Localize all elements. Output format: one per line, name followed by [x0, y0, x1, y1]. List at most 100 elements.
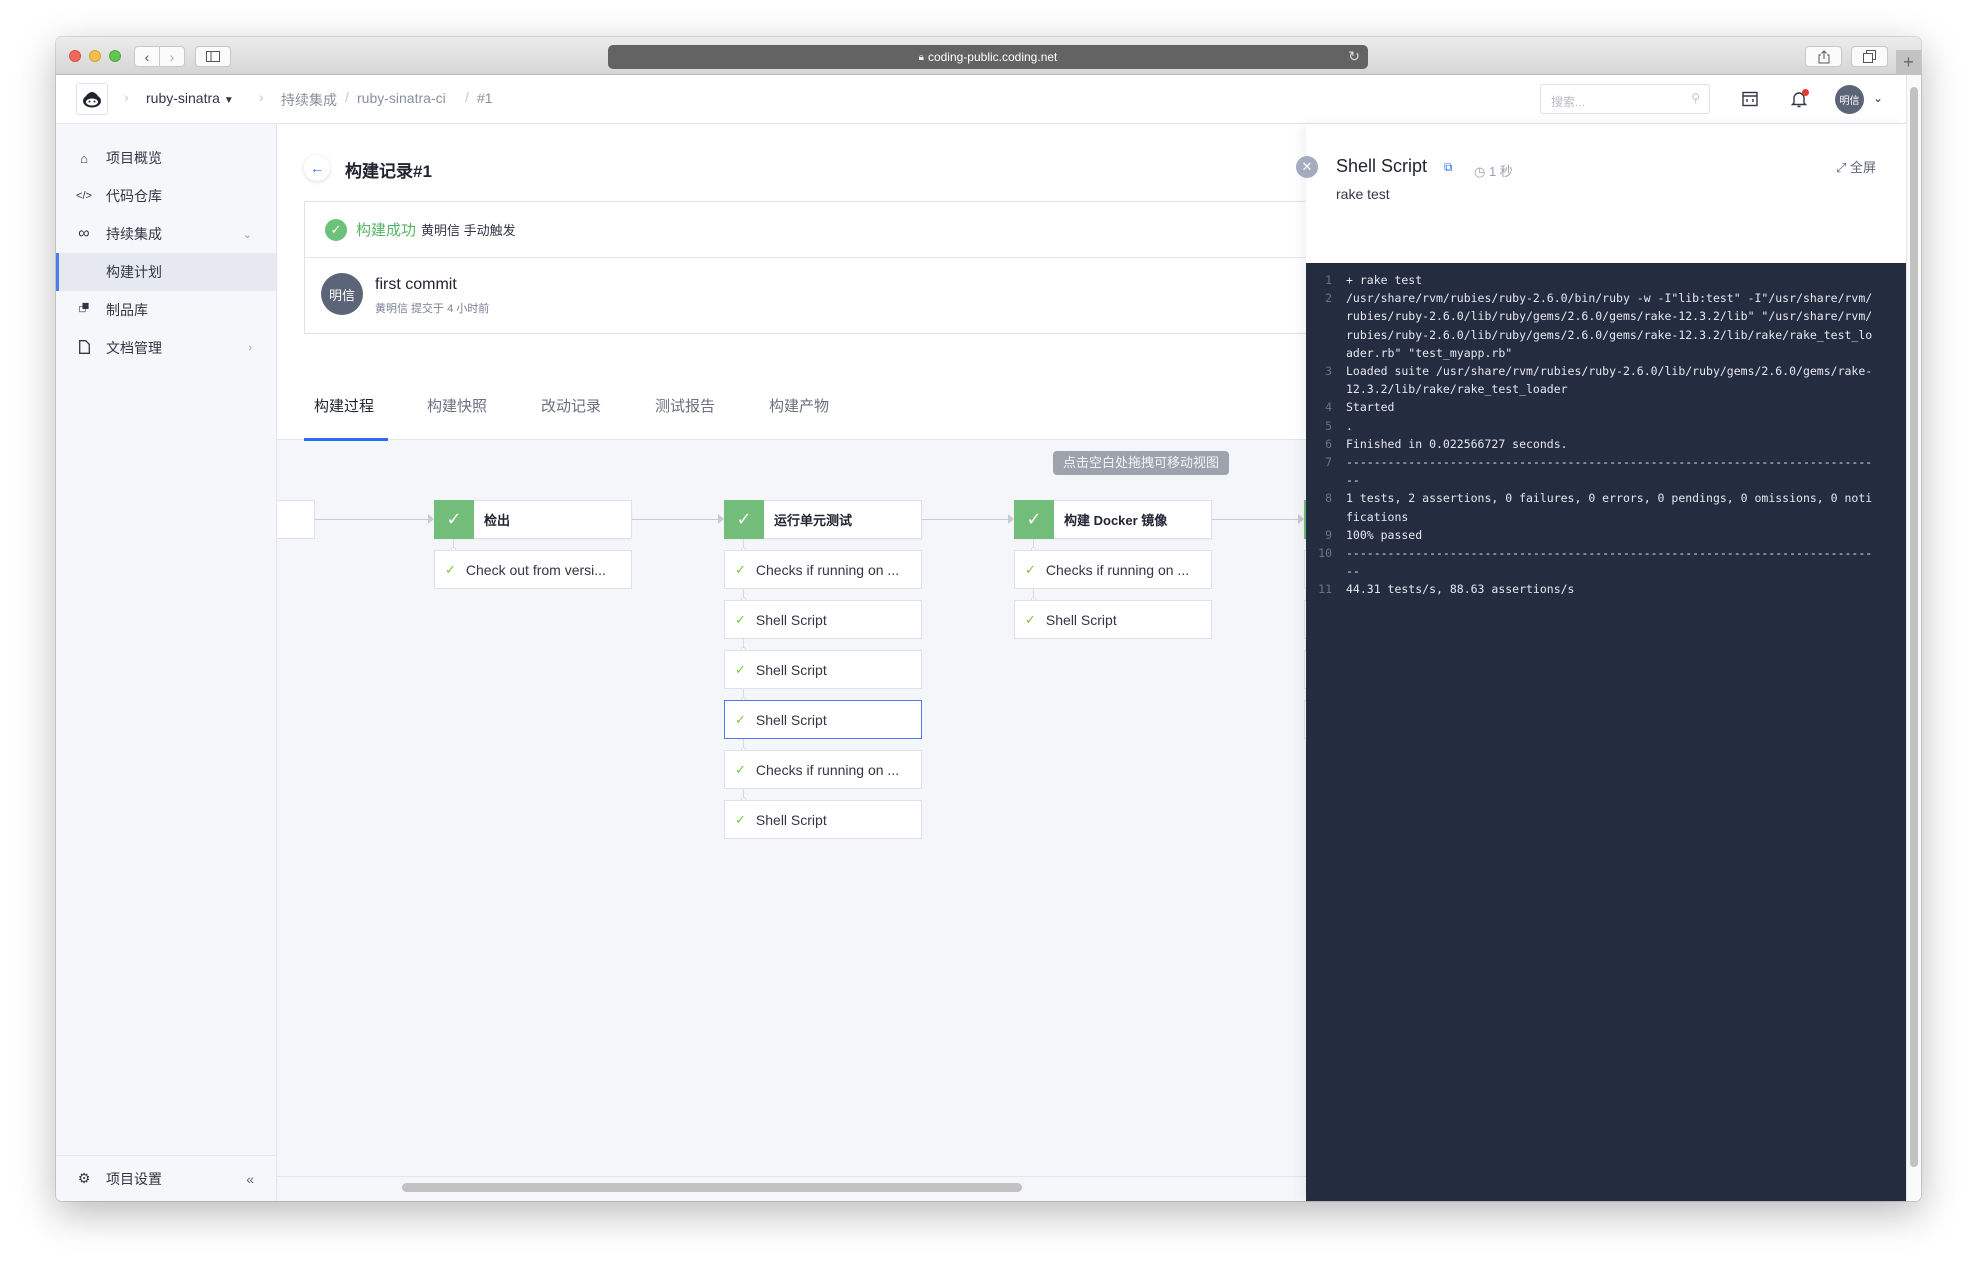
reload-icon[interactable]: ↻: [1348, 48, 1360, 65]
page-scroll-thumb[interactable]: [1910, 87, 1918, 1167]
stage-header[interactable]: ✓ 检出: [434, 499, 632, 539]
log-line-text: Loaded suite /usr/share/rvm/rubies/ruby-…: [1346, 364, 1873, 397]
stage-success-icon: ✓: [434, 499, 474, 539]
chevron-down-icon[interactable]: ⌄: [1873, 91, 1883, 105]
horizontal-scroll-thumb[interactable]: [402, 1183, 1022, 1192]
sidebar-toggle-button[interactable]: [195, 46, 231, 67]
tab-changes[interactable]: 改动记录: [501, 386, 615, 440]
search-icon: ⚲: [1691, 91, 1700, 105]
stage-name: 运行单元测试: [774, 513, 853, 528]
pipeline-step[interactable]: ✓ Shell Script: [724, 600, 922, 639]
stage-header[interactable]: ✓ 运行单元测试: [724, 499, 922, 539]
close-window-button[interactable]: [69, 50, 81, 62]
forward-button[interactable]: ›: [159, 46, 185, 67]
page-scrollbar[interactable]: [1906, 75, 1921, 1201]
log-line: 10 --------------------------------------…: [1306, 544, 1906, 580]
search-input[interactable]: 搜索... ⚲: [1540, 84, 1710, 114]
step-detail-panel: Shell Script ⧉ ◷ 1 秒 rake test ⤢ 全屏 1 + r…: [1306, 124, 1906, 1201]
address-bar[interactable]: 🔒︎ coding-public.coding.net ↻: [608, 45, 1368, 69]
pipeline-step[interactable]: ✓ Shell Script: [1014, 600, 1212, 639]
project-selector[interactable]: ruby-sinatra ▼: [146, 90, 234, 106]
notifications-button[interactable]: [1787, 87, 1811, 111]
pipeline-step[interactable]: ✓ Checks if running on ...: [724, 550, 922, 589]
breadcrumb-build[interactable]: #1: [477, 90, 493, 106]
sidebar-item-ci[interactable]: ∞ 持续集成 ⌄: [56, 215, 276, 253]
step-check-icon: ✓: [735, 661, 746, 677]
log-line: 4 Started: [1306, 398, 1906, 416]
step-label: Shell Script: [1045, 611, 1117, 628]
logo-icon: [83, 92, 101, 108]
external-link-icon[interactable]: ⧉: [1444, 160, 1453, 175]
browser-toolbar: ‹ › 🔒︎ coding-public.coding.net ↻ +: [56, 37, 1921, 75]
back-button[interactable]: ‹: [134, 46, 160, 67]
workspace-button[interactable]: [1738, 87, 1762, 111]
build-status-row: ✓ 构建成功 黄明信 手动触发: [305, 202, 1362, 258]
workspace-icon: [1742, 91, 1758, 107]
log-line: 9 100% passed: [1306, 526, 1906, 544]
horizontal-scrollbar[interactable]: [277, 1176, 1362, 1201]
pipeline-step[interactable]: ✓ Checks if running on ...: [724, 750, 922, 789]
tab-test-report[interactable]: 测试报告: [615, 386, 729, 440]
breadcrumb-ci[interactable]: 持续集成: [281, 90, 337, 110]
caret-down-icon: ▼: [223, 95, 234, 106]
pipeline-step[interactable]: ✓ Checks if running on ...: [1014, 550, 1212, 589]
chevron-right-icon: ›: [169, 48, 175, 65]
desktop: ‹ › 🔒︎ coding-public.coding.net ↻ + › ru…: [0, 0, 1977, 1276]
zoom-window-button[interactable]: [109, 50, 121, 62]
lock-icon: 🔒︎: [918, 51, 924, 63]
breadcrumb-separator: ›: [259, 89, 264, 105]
tab-overview-button[interactable]: [1851, 46, 1888, 67]
log-line: 7 ---------------------------------------…: [1306, 453, 1906, 489]
sidebar: ⌂ 项目概览 </> 代码仓库 ∞ 持续集成 ⌄ 构建计划 ⮻ 制品库 文档管理…: [56, 124, 277, 1201]
build-trigger: 黄明信 手动触发: [421, 223, 516, 238]
sidebar-item-overview[interactable]: ⌂ 项目概览: [56, 139, 276, 177]
log-output: 1 + rake test 2/usr/share/rvm/rubies/ruby-…: [1306, 263, 1906, 1201]
pipeline-step[interactable]: ✓ Check out from versi...: [434, 550, 632, 589]
step-check-icon: ✓: [735, 611, 746, 627]
success-check-icon: ✓: [325, 218, 347, 241]
tab-build-process[interactable]: 构建过程: [304, 386, 388, 441]
user-avatar[interactable]: 明信: [1835, 85, 1864, 114]
close-icon: ✕: [1301, 159, 1313, 174]
sidebar-item-artifacts[interactable]: ⮻ 制品库: [56, 291, 276, 329]
stage-connector-line: [315, 519, 428, 520]
breadcrumb-separator: /: [465, 89, 469, 105]
coding-logo[interactable]: [76, 83, 108, 115]
commit-author-avatar: 明信: [321, 273, 363, 315]
collapse-sidebar-icon[interactable]: «: [246, 1171, 254, 1187]
stage-name: 检出: [484, 513, 511, 528]
commit-message[interactable]: first commit: [375, 276, 457, 294]
sidebar-item-docs[interactable]: 文档管理 ›: [56, 329, 276, 367]
share-icon: [1818, 49, 1829, 63]
back-arrow-button[interactable]: ←: [304, 155, 330, 181]
panel-title: Shell Script: [1336, 156, 1428, 176]
breadcrumb-plan[interactable]: ruby-sinatra-ci: [357, 90, 446, 106]
build-header: ← 构建记录#1 ✓ 构建成功 黄明信 手动触发 明信 first commit…: [277, 124, 1362, 441]
sidebar-item-code[interactable]: </> 代码仓库: [56, 177, 276, 215]
pipeline-step[interactable]: ✓ Shell Script: [724, 800, 922, 839]
app-header: › ruby-sinatra ▼ › 持续集成 / ruby-sinatra-c…: [56, 75, 1906, 124]
log-line-number: 10: [1318, 546, 1332, 561]
fullscreen-button[interactable]: ⤢ 全屏: [1836, 157, 1876, 176]
minimize-window-button[interactable]: [89, 50, 101, 62]
commit-row: 明信 first commit 黄明信 提交于 4 小时前: [305, 258, 1362, 334]
sidebar-item-settings[interactable]: ⚙ 项目设置 «: [56, 1155, 276, 1201]
build-status: 构建成功: [356, 222, 417, 239]
tab-artifacts[interactable]: 构建产物: [729, 386, 843, 440]
clock-icon: ◷: [1474, 164, 1486, 179]
share-button[interactable]: [1805, 46, 1842, 67]
pipeline-step[interactable]: ✓ Shell Script: [724, 700, 922, 739]
log-line: 8 1 tests, 2 assertions, 0 failures, 0 er…: [1306, 489, 1906, 525]
pipeline-step[interactable]: ✓ Shell Script: [724, 650, 922, 689]
breadcrumb-separator: /: [345, 89, 349, 105]
stage-header[interactable]: ✓ 构建 Docker 镜像: [1014, 499, 1212, 539]
chevron-down-icon: ⌄: [242, 228, 252, 241]
close-panel-button[interactable]: ✕: [1296, 156, 1318, 178]
log-line: 6 Finished in 0.022566727 seconds.: [1306, 435, 1906, 453]
tab-build-snapshot[interactable]: 构建快照: [388, 386, 501, 440]
new-tab-button[interactable]: +: [1896, 50, 1921, 75]
log-line-text: Finished in 0.022566727 seconds.: [1346, 436, 1568, 451]
url-text: coding-public.coding.net: [927, 50, 1058, 64]
sidebar-item-build-plan[interactable]: 构建计划: [56, 253, 276, 291]
log-line-text: + rake test: [1346, 273, 1423, 287]
